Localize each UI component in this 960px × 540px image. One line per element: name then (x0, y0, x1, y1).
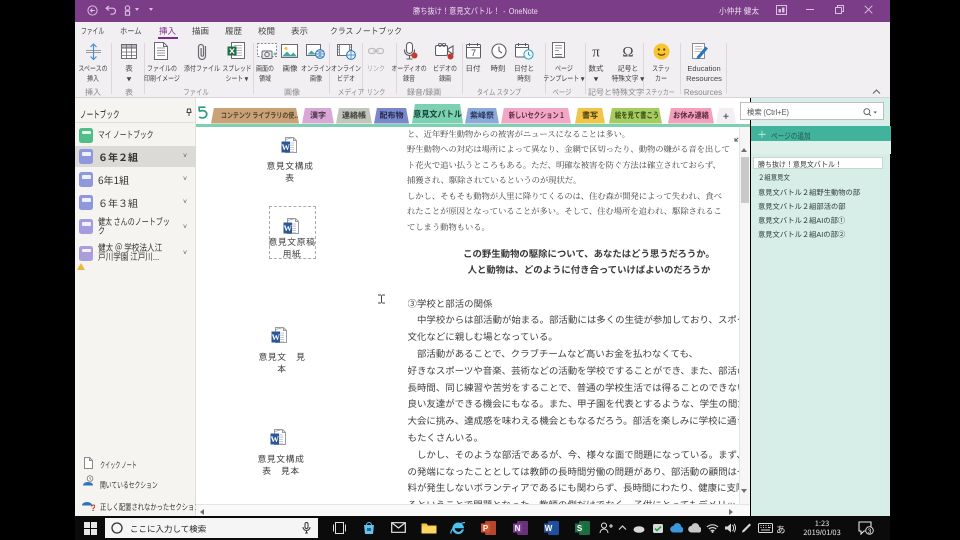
svg-text:N: N (515, 524, 521, 533)
svg-text:W: W (283, 223, 292, 233)
svg-text:W: W (270, 434, 279, 444)
svg-text:?: ? (91, 503, 96, 512)
svg-text:Ω: Ω (622, 45, 633, 60)
svg-text:S: S (577, 524, 583, 533)
svg-text:W: W (271, 332, 280, 342)
svg-text:7: 7 (471, 48, 476, 58)
svg-text:π: π (592, 45, 600, 60)
svg-text:3: 3 (868, 528, 872, 535)
svg-text:W: W (281, 142, 290, 152)
svg-text:W: W (545, 524, 553, 533)
svg-text:P: P (483, 524, 489, 533)
